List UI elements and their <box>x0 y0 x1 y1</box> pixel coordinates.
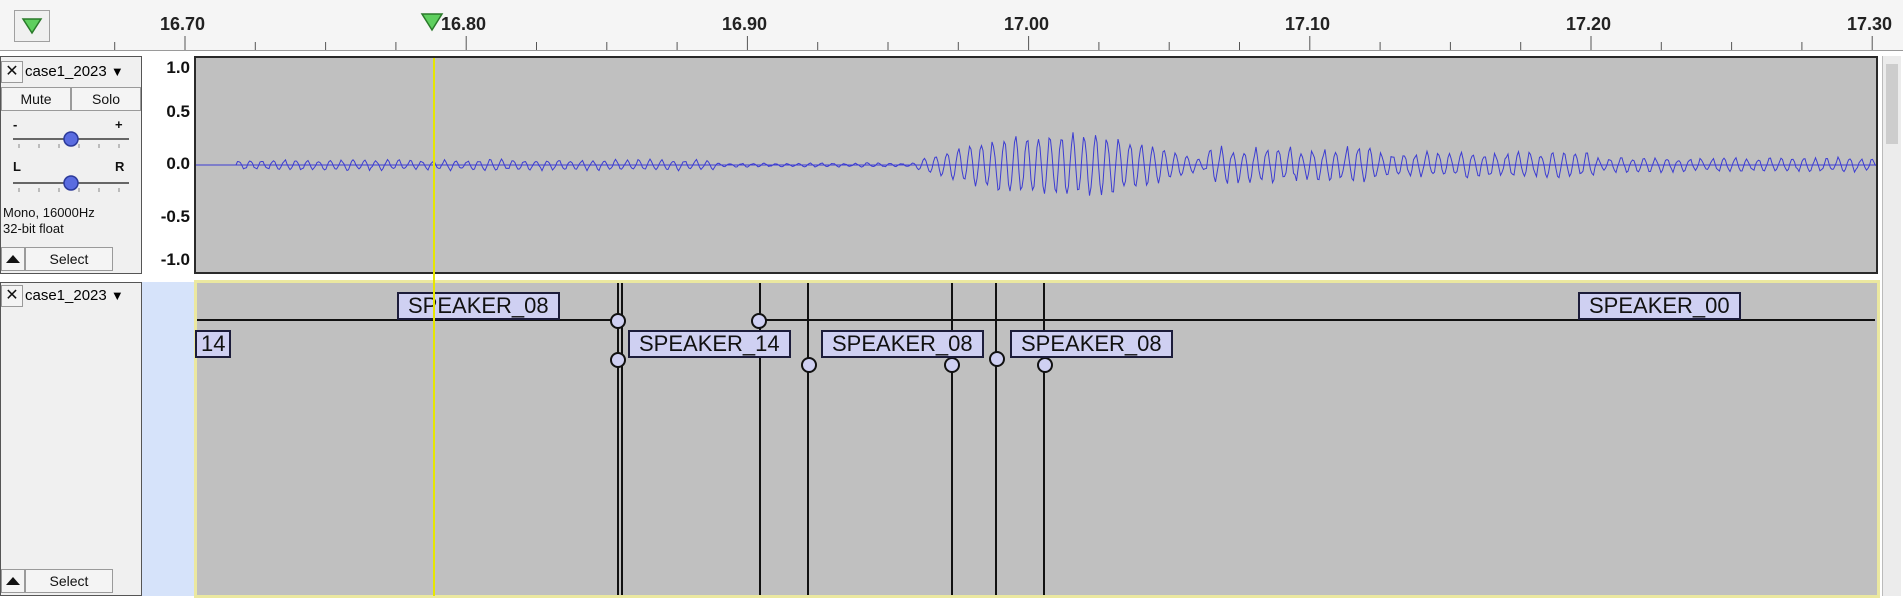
label-box[interactable]: SPEAKER_00 <box>1578 292 1741 320</box>
vertical-scrollbar[interactable] <box>1882 56 1901 596</box>
label-box[interactable]: SPEAKER_08 <box>821 330 984 358</box>
solo-button[interactable]: Solo <box>71 87 141 111</box>
label-box[interactable]: SPEAKER_14 <box>628 330 791 358</box>
y-axis-label: 0.5 <box>166 102 190 121</box>
vertical-ruler: 1.0 0.5 0.0 -0.5 -1.0 <box>142 56 194 274</box>
label-box[interactable]: SPEAKER_08 <box>1010 330 1173 358</box>
close-track-button[interactable]: ✕ <box>1 285 23 307</box>
label-handle-icon[interactable] <box>797 353 821 377</box>
label-box[interactable]: SPEAKER_08 <box>397 292 560 320</box>
label-box[interactable]: 14 <box>195 330 232 358</box>
waveform <box>196 132 1876 196</box>
ruler-tick-label: 16.90 <box>722 14 768 34</box>
ruler-tick-label: 17.10 <box>1285 14 1331 34</box>
track-name: case1_2023 <box>25 63 107 80</box>
label-boundary[interactable] <box>807 283 809 595</box>
triangle-up-icon <box>6 577 20 585</box>
track-name: case1_2023 <box>25 287 107 304</box>
ruler-tick-label: 16.70 <box>160 14 206 34</box>
close-track-button[interactable]: ✕ <box>1 61 23 83</box>
collapse-track-button[interactable] <box>1 247 25 271</box>
track-name-menu[interactable]: case1_2023 ▼ <box>25 286 141 308</box>
pan-slider[interactable] <box>9 171 133 195</box>
label-handle-icon[interactable] <box>985 347 1009 371</box>
select-track-button[interactable]: Select <box>25 247 113 271</box>
play-head-marker-icon[interactable] <box>420 12 446 34</box>
y-axis-label: -1.0 <box>160 250 190 269</box>
waveform-path <box>196 132 1876 196</box>
chevron-down-icon: ▼ <box>110 64 124 79</box>
label-track-control-panel: ✕ case1_2023 ▼ Select <box>0 282 142 596</box>
timeline-ruler[interactable]: 16.70 16.80 16.90 17.00 17.10 17.20 17.3… <box>0 0 1903 51</box>
y-axis-label: -0.5 <box>160 207 190 226</box>
ruler-ticks <box>114 36 1873 50</box>
waveform-area[interactable] <box>194 56 1878 274</box>
triangle-up-icon <box>6 255 20 263</box>
label-track-area[interactable]: SPEAKER_08 SPEAKER_00 14 SPEAKER_14 SPEA… <box>194 280 1880 598</box>
audio-track-control-panel: ✕ case1_2023 ▼ Mute Solo - + L R Mono, 1… <box>0 56 142 274</box>
mute-button[interactable]: Mute <box>1 87 71 111</box>
close-icon: ✕ <box>5 63 19 80</box>
ruler-tick-label: 16.80 <box>441 14 487 34</box>
label-boundary[interactable] <box>995 283 997 595</box>
track-format-depth: 32-bit float <box>3 221 64 236</box>
select-track-button[interactable]: Select <box>25 569 113 593</box>
y-axis-label: 0.0 <box>166 154 190 173</box>
label-track-spacer <box>142 282 194 596</box>
ruler-tick-label: 17.20 <box>1566 14 1612 34</box>
ruler-tick-label: 17.00 <box>1004 14 1050 34</box>
scrollbar-thumb[interactable] <box>1886 64 1898 144</box>
ruler-tick-label: 17.30 <box>1847 14 1893 34</box>
track-name-menu[interactable]: case1_2023 ▼ <box>25 62 141 84</box>
y-axis-label: 1.0 <box>166 58 190 77</box>
close-icon: ✕ <box>5 287 19 304</box>
gain-slider[interactable] <box>9 127 133 151</box>
track-format-rate: Mono, 16000Hz <box>3 205 95 220</box>
play-cursor <box>433 58 435 596</box>
collapse-track-button[interactable] <box>1 569 25 593</box>
chevron-down-icon: ▼ <box>110 288 124 303</box>
